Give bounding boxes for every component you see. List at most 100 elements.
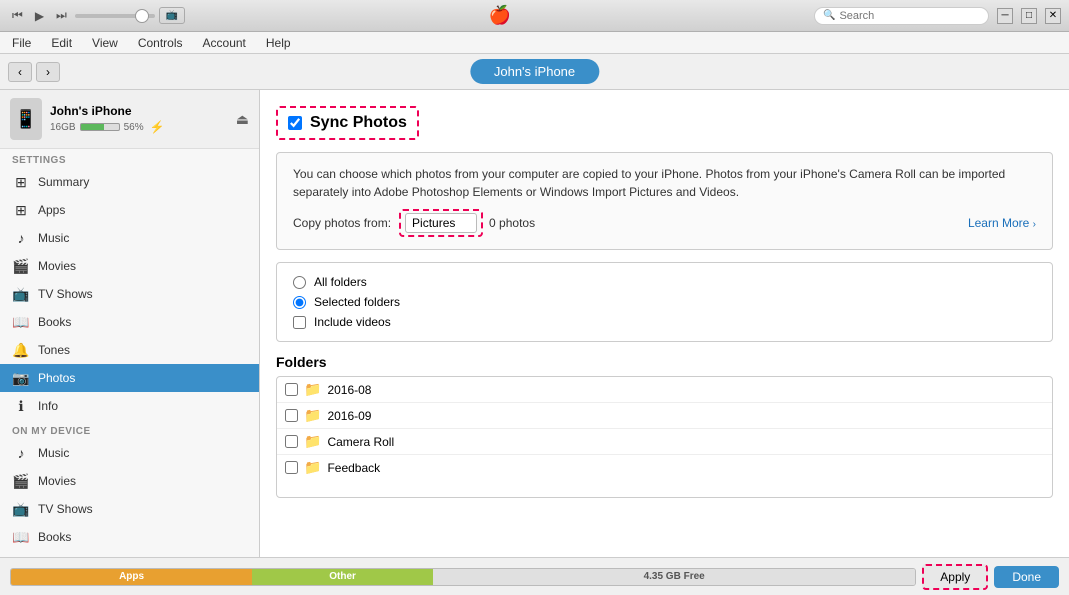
device-movies-icon: 🎬	[12, 472, 30, 490]
photos-icon: 📷	[12, 369, 30, 387]
title-bar: ⏮ ▶ ⏭ 📺 🍎 🔍 ─ □ ✕	[0, 0, 1069, 32]
folder-checkbox-2016-09[interactable]	[285, 409, 298, 422]
folder-name-2016-09: 2016-09	[327, 409, 371, 423]
search-bar[interactable]: 🔍	[814, 7, 989, 25]
folder-checkbox-2016-08[interactable]	[285, 383, 298, 396]
sidebar-item-device-tvshows[interactable]: 📺 TV Shows	[0, 495, 259, 523]
sidebar-item-device-audiobooks[interactable]: 🎧 Audiobooks	[0, 551, 259, 557]
sync-photos-header: Sync Photos	[276, 106, 1053, 140]
folders-list[interactable]: 📁 2016-08 📁 2016-09 📁 Camera Roll	[277, 377, 1052, 497]
movies-icon: 🎬	[12, 257, 30, 275]
music-label: Music	[38, 231, 69, 245]
sidebar-item-photos[interactable]: 📷 Photos	[0, 364, 259, 392]
copy-from-select[interactable]: Pictures	[405, 213, 477, 233]
menu-help[interactable]: Help	[262, 36, 295, 50]
on-my-device-label: On My Device	[0, 420, 259, 439]
tones-label: Tones	[38, 343, 70, 357]
battery-bar: 16GB 56% ⚡	[50, 120, 236, 134]
tv-shows-label: TV Shows	[38, 287, 93, 301]
folders-title: Folders	[276, 354, 1053, 370]
forward-button[interactable]: ›	[36, 62, 60, 82]
device-icon: 📱	[10, 98, 42, 140]
all-folders-radio[interactable]	[293, 276, 306, 289]
apply-button[interactable]: Apply	[922, 564, 988, 590]
search-input[interactable]	[839, 10, 980, 22]
folder-checkbox-feedback[interactable]	[285, 461, 298, 474]
back-button[interactable]: ‹	[8, 62, 32, 82]
sync-photos-title: Sync Photos	[310, 114, 407, 132]
eject-button[interactable]: ⏏	[236, 111, 249, 128]
tv-shows-icon: 📺	[12, 285, 30, 303]
sidebar-item-music[interactable]: ♪ Music	[0, 224, 259, 252]
info-text: You can choose which photos from your co…	[293, 167, 1005, 199]
sidebar-item-device-music[interactable]: ♪ Music	[0, 439, 259, 467]
maximize-button[interactable]: □	[1021, 8, 1037, 24]
nav-buttons: ‹ ›	[8, 62, 60, 82]
info-icon: ℹ	[12, 397, 30, 415]
sidebar-item-books[interactable]: 📖 Books	[0, 308, 259, 336]
fastforward-button[interactable]: ⏭	[52, 6, 71, 25]
device-books-label: Books	[38, 530, 71, 544]
device-music-icon: ♪	[12, 444, 30, 462]
play-button[interactable]: ▶	[31, 7, 48, 25]
storage-bar: Apps Other 4.35 GB Free	[10, 568, 916, 586]
folder-checkbox-camera-roll[interactable]	[285, 435, 298, 448]
transport-controls: ⏮ ▶ ⏭ 📺	[8, 6, 185, 25]
selected-folders-label: Selected folders	[314, 295, 400, 309]
apps-icon: ⊞	[12, 201, 30, 219]
include-videos-label: Include videos	[314, 315, 391, 329]
title-bar-center: 🍎	[488, 5, 510, 26]
sync-photos-checkbox[interactable]	[288, 116, 302, 130]
menu-controls[interactable]: Controls	[134, 36, 187, 50]
sidebar-item-info[interactable]: ℹ Info	[0, 392, 259, 420]
selected-folders-radio[interactable]	[293, 296, 306, 309]
books-label: Books	[38, 315, 71, 329]
done-button[interactable]: Done	[994, 566, 1059, 588]
sidebar-item-tv-shows[interactable]: 📺 TV Shows	[0, 280, 259, 308]
summary-icon: ⊞	[12, 173, 30, 191]
close-button[interactable]: ✕	[1045, 8, 1061, 24]
folder-name-2016-08: 2016-08	[327, 383, 371, 397]
folder-item-2016-08: 📁 2016-08	[277, 377, 1052, 403]
folder-icon-2016-08: 📁	[304, 381, 321, 398]
minimize-button[interactable]: ─	[997, 8, 1013, 24]
sidebar-item-tones[interactable]: 🔔 Tones	[0, 336, 259, 364]
sidebar: 📱 John's iPhone 16GB 56% ⚡ ⏏ Settings ⊞ …	[0, 90, 260, 557]
charging-icon: ⚡	[150, 120, 165, 134]
sidebar-item-apps[interactable]: ⊞ Apps	[0, 196, 259, 224]
sidebar-item-summary[interactable]: ⊞ Summary	[0, 168, 259, 196]
menu-account[interactable]: Account	[199, 36, 250, 50]
toolbar: ‹ › John's iPhone	[0, 54, 1069, 90]
rewind-button[interactable]: ⏮	[8, 6, 27, 25]
include-videos-checkbox[interactable]	[293, 316, 306, 329]
volume-thumb[interactable]	[135, 9, 149, 23]
music-icon: ♪	[12, 229, 30, 247]
menu-edit[interactable]: Edit	[47, 36, 76, 50]
sidebar-item-device-movies[interactable]: 🎬 Movies	[0, 467, 259, 495]
sidebar-item-device-books[interactable]: 📖 Books	[0, 523, 259, 551]
content-area: Sync Photos You can choose which photos …	[260, 90, 1069, 557]
menu-view[interactable]: View	[88, 36, 122, 50]
copy-from-row: Copy photos from: Pictures 0 photos Lear…	[293, 209, 1036, 237]
sidebar-item-movies[interactable]: 🎬 Movies	[0, 252, 259, 280]
photos-label: Photos	[38, 371, 75, 385]
device-audiobooks-icon: 🎧	[12, 556, 30, 557]
device-info-section: 📱 John's iPhone 16GB 56% ⚡ ⏏	[0, 90, 259, 149]
device-title-button[interactable]: John's iPhone	[470, 59, 599, 84]
apps-label: Apps	[38, 203, 65, 217]
folders-list-wrap: 📁 2016-08 📁 2016-09 📁 Camera Roll	[276, 376, 1053, 498]
volume-slider[interactable]	[75, 14, 155, 18]
summary-label: Summary	[38, 175, 89, 189]
folder-icon-feedback: 📁	[304, 459, 321, 476]
folder-icon-2016-09: 📁	[304, 407, 321, 424]
airplay-button[interactable]: 📺	[159, 7, 185, 24]
learn-more-link[interactable]: Learn More ›	[968, 214, 1036, 232]
device-details: John's iPhone 16GB 56% ⚡	[50, 104, 236, 134]
apple-logo: 🍎	[488, 5, 510, 26]
folders-section: Folders 📁 2016-08 📁 2016-09	[276, 354, 1053, 498]
all-folders-label: All folders	[314, 275, 367, 289]
device-tvshows-label: TV Shows	[38, 502, 93, 516]
books-icon: 📖	[12, 313, 30, 331]
menu-file[interactable]: File	[8, 36, 35, 50]
title-bar-right: 🔍 ─ □ ✕	[814, 7, 1061, 25]
